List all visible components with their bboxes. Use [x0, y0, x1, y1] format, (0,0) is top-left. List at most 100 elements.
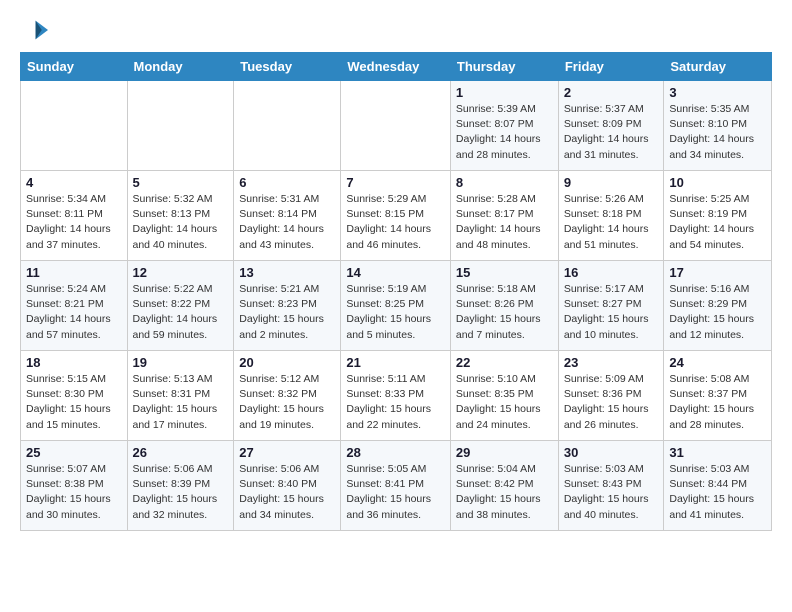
header-row: SundayMondayTuesdayWednesdayThursdayFrid…	[21, 53, 772, 81]
day-info: Sunrise: 5:03 AM Sunset: 8:44 PM Dayligh…	[669, 462, 766, 523]
day-info: Sunrise: 5:37 AM Sunset: 8:09 PM Dayligh…	[564, 102, 659, 163]
day-info: Sunrise: 5:06 AM Sunset: 8:40 PM Dayligh…	[239, 462, 335, 523]
day-info: Sunrise: 5:39 AM Sunset: 8:07 PM Dayligh…	[456, 102, 553, 163]
col-header-tuesday: Tuesday	[234, 53, 341, 81]
day-number: 24	[669, 355, 766, 370]
day-cell: 2 Sunrise: 5:37 AM Sunset: 8:09 PM Daylig…	[558, 81, 664, 171]
logo-icon	[20, 16, 48, 44]
day-number: 28	[346, 445, 445, 460]
day-info: Sunrise: 5:32 AM Sunset: 8:13 PM Dayligh…	[133, 192, 229, 253]
day-cell	[127, 81, 234, 171]
day-number: 10	[669, 175, 766, 190]
day-number: 3	[669, 85, 766, 100]
day-info: Sunrise: 5:22 AM Sunset: 8:22 PM Dayligh…	[133, 282, 229, 343]
day-number: 16	[564, 265, 659, 280]
day-info: Sunrise: 5:11 AM Sunset: 8:33 PM Dayligh…	[346, 372, 445, 433]
day-number: 9	[564, 175, 659, 190]
day-cell: 17 Sunrise: 5:16 AM Sunset: 8:29 PM Dayli…	[664, 261, 772, 351]
day-info: Sunrise: 5:17 AM Sunset: 8:27 PM Dayligh…	[564, 282, 659, 343]
day-info: Sunrise: 5:07 AM Sunset: 8:38 PM Dayligh…	[26, 462, 122, 523]
day-cell: 10 Sunrise: 5:25 AM Sunset: 8:19 PM Dayli…	[664, 171, 772, 261]
day-info: Sunrise: 5:31 AM Sunset: 8:14 PM Dayligh…	[239, 192, 335, 253]
col-header-saturday: Saturday	[664, 53, 772, 81]
day-info: Sunrise: 5:26 AM Sunset: 8:18 PM Dayligh…	[564, 192, 659, 253]
day-cell: 24 Sunrise: 5:08 AM Sunset: 8:37 PM Dayli…	[664, 351, 772, 441]
day-cell	[341, 81, 451, 171]
day-number: 12	[133, 265, 229, 280]
day-cell: 16 Sunrise: 5:17 AM Sunset: 8:27 PM Dayli…	[558, 261, 664, 351]
day-number: 5	[133, 175, 229, 190]
day-number: 19	[133, 355, 229, 370]
day-cell: 30 Sunrise: 5:03 AM Sunset: 8:43 PM Dayli…	[558, 441, 664, 531]
day-number: 7	[346, 175, 445, 190]
day-cell: 27 Sunrise: 5:06 AM Sunset: 8:40 PM Dayli…	[234, 441, 341, 531]
week-row-5: 25 Sunrise: 5:07 AM Sunset: 8:38 PM Dayli…	[21, 441, 772, 531]
day-number: 14	[346, 265, 445, 280]
week-row-4: 18 Sunrise: 5:15 AM Sunset: 8:30 PM Dayli…	[21, 351, 772, 441]
day-cell: 1Sunrise: 5:39 AM Sunset: 8:07 PM Daylig…	[450, 81, 558, 171]
day-number: 13	[239, 265, 335, 280]
day-cell: 9 Sunrise: 5:26 AM Sunset: 8:18 PM Daylig…	[558, 171, 664, 261]
col-header-wednesday: Wednesday	[341, 53, 451, 81]
col-header-friday: Friday	[558, 53, 664, 81]
day-info: Sunrise: 5:18 AM Sunset: 8:26 PM Dayligh…	[456, 282, 553, 343]
day-info: Sunrise: 5:19 AM Sunset: 8:25 PM Dayligh…	[346, 282, 445, 343]
day-info: Sunrise: 5:15 AM Sunset: 8:30 PM Dayligh…	[26, 372, 122, 433]
day-cell: 4 Sunrise: 5:34 AM Sunset: 8:11 PM Daylig…	[21, 171, 128, 261]
day-info: Sunrise: 5:09 AM Sunset: 8:36 PM Dayligh…	[564, 372, 659, 433]
day-info: Sunrise: 5:04 AM Sunset: 8:42 PM Dayligh…	[456, 462, 553, 523]
week-row-2: 4 Sunrise: 5:34 AM Sunset: 8:11 PM Daylig…	[21, 171, 772, 261]
day-info: Sunrise: 5:29 AM Sunset: 8:15 PM Dayligh…	[346, 192, 445, 253]
day-cell: 26Sunrise: 5:06 AM Sunset: 8:39 PM Dayli…	[127, 441, 234, 531]
logo	[20, 16, 52, 44]
day-number: 22	[456, 355, 553, 370]
day-cell: 5 Sunrise: 5:32 AM Sunset: 8:13 PM Daylig…	[127, 171, 234, 261]
day-info: Sunrise: 5:06 AM Sunset: 8:39 PM Dayligh…	[133, 462, 229, 523]
day-info: Sunrise: 5:12 AM Sunset: 8:32 PM Dayligh…	[239, 372, 335, 433]
day-number: 2	[564, 85, 659, 100]
day-cell: 18 Sunrise: 5:15 AM Sunset: 8:30 PM Dayli…	[21, 351, 128, 441]
day-number: 4	[26, 175, 122, 190]
col-header-monday: Monday	[127, 53, 234, 81]
day-number: 8	[456, 175, 553, 190]
day-number: 18	[26, 355, 122, 370]
day-cell: 23 Sunrise: 5:09 AM Sunset: 8:36 PM Dayli…	[558, 351, 664, 441]
day-cell: 6Sunrise: 5:31 AM Sunset: 8:14 PM Daylig…	[234, 171, 341, 261]
day-number: 15	[456, 265, 553, 280]
day-cell: 28 Sunrise: 5:05 AM Sunset: 8:41 PM Dayli…	[341, 441, 451, 531]
day-cell: 29Sunrise: 5:04 AM Sunset: 8:42 PM Dayli…	[450, 441, 558, 531]
day-number: 21	[346, 355, 445, 370]
calendar-table: SundayMondayTuesdayWednesdayThursdayFrid…	[20, 52, 772, 531]
day-number: 17	[669, 265, 766, 280]
day-number: 25	[26, 445, 122, 460]
day-number: 31	[669, 445, 766, 460]
day-cell: 22 Sunrise: 5:10 AM Sunset: 8:35 PM Dayli…	[450, 351, 558, 441]
week-row-1: 1Sunrise: 5:39 AM Sunset: 8:07 PM Daylig…	[21, 81, 772, 171]
day-cell: 8 Sunrise: 5:28 AM Sunset: 8:17 PM Daylig…	[450, 171, 558, 261]
day-cell	[21, 81, 128, 171]
day-info: Sunrise: 5:34 AM Sunset: 8:11 PM Dayligh…	[26, 192, 122, 253]
day-cell: 12 Sunrise: 5:22 AM Sunset: 8:22 PM Dayli…	[127, 261, 234, 351]
day-info: Sunrise: 5:16 AM Sunset: 8:29 PM Dayligh…	[669, 282, 766, 343]
col-header-sunday: Sunday	[21, 53, 128, 81]
col-header-thursday: Thursday	[450, 53, 558, 81]
day-cell: 11Sunrise: 5:24 AM Sunset: 8:21 PM Dayli…	[21, 261, 128, 351]
day-info: Sunrise: 5:08 AM Sunset: 8:37 PM Dayligh…	[669, 372, 766, 433]
day-cell: 14 Sunrise: 5:19 AM Sunset: 8:25 PM Dayli…	[341, 261, 451, 351]
day-number: 20	[239, 355, 335, 370]
day-cell: 15 Sunrise: 5:18 AM Sunset: 8:26 PM Dayli…	[450, 261, 558, 351]
day-info: Sunrise: 5:10 AM Sunset: 8:35 PM Dayligh…	[456, 372, 553, 433]
page: SundayMondayTuesdayWednesdayThursdayFrid…	[0, 0, 792, 547]
day-info: Sunrise: 5:28 AM Sunset: 8:17 PM Dayligh…	[456, 192, 553, 253]
day-info: Sunrise: 5:21 AM Sunset: 8:23 PM Dayligh…	[239, 282, 335, 343]
day-number: 27	[239, 445, 335, 460]
day-info: Sunrise: 5:35 AM Sunset: 8:10 PM Dayligh…	[669, 102, 766, 163]
day-number: 23	[564, 355, 659, 370]
header	[20, 16, 772, 44]
day-info: Sunrise: 5:03 AM Sunset: 8:43 PM Dayligh…	[564, 462, 659, 523]
day-info: Sunrise: 5:25 AM Sunset: 8:19 PM Dayligh…	[669, 192, 766, 253]
day-info: Sunrise: 5:05 AM Sunset: 8:41 PM Dayligh…	[346, 462, 445, 523]
week-row-3: 11Sunrise: 5:24 AM Sunset: 8:21 PM Dayli…	[21, 261, 772, 351]
day-number: 30	[564, 445, 659, 460]
day-cell: 19Sunrise: 5:13 AM Sunset: 8:31 PM Dayli…	[127, 351, 234, 441]
